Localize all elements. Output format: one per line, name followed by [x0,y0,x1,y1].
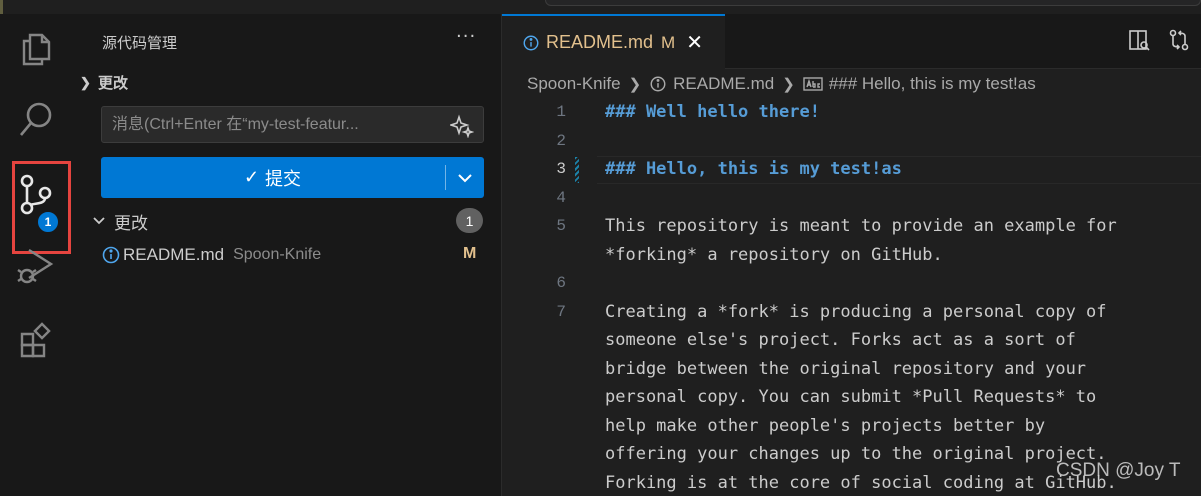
code-line-wrap: personal copy. You can submit *Pull Requ… [502,384,1201,413]
code-line: 5 This repository is meant to provide an… [502,213,1201,242]
modified-gutter-indicator[interactable] [575,157,579,183]
changes-label: 更改 [114,213,148,233]
editor-area: README.md M ✕ Spoon-Knife ❯ README.md ❯ … [502,14,1201,496]
open-preview-icon[interactable] [1127,28,1151,52]
explorer-activity[interactable] [0,18,72,78]
tab-status: M [661,32,676,52]
line-text: Creating a *fork* is producing a persona… [605,301,1107,322]
source-control-panel: 源代码管理 ··· ❯ 更改 ✓ 提交 更改 1 README.md [72,14,502,496]
chevron-down-icon [93,217,105,225]
search-icon [20,102,52,136]
changed-file-item[interactable]: README.md Spoon-Knife M [101,242,484,268]
line-number: 3 [556,160,566,178]
search-activity[interactable] [0,90,72,150]
breadcrumb-folder[interactable]: Spoon-Knife [527,74,621,94]
string-symbol-icon [803,77,823,91]
chevron-right-icon: ❯ [628,76,642,93]
commit-message-input[interactable] [102,107,442,142]
info-icon [650,76,666,92]
commit-label: 提交 [265,168,302,189]
scm-badge: 1 [36,210,60,234]
code-line-wrap: someone else's project. Forks act as a s… [502,327,1201,356]
code-line: 6 [502,270,1201,299]
activity-bar: 1 [0,14,72,496]
line-text: ### Hello, this is my test!as [605,159,902,179]
panel-title: 源代码管理 [102,35,178,52]
commit-button[interactable]: ✓ 提交 [101,157,444,198]
file-name: README.md [123,245,225,264]
commit-message-box [101,106,484,143]
line-number: 1 [556,103,566,121]
line-text: Forking is at the core of social coding … [605,472,1117,493]
tab-readme[interactable]: README.md M ✕ [502,14,725,69]
line-text: help make other people's projects better… [605,415,1046,436]
code-editor[interactable]: 1 ### Well hello there! 2 3 ### Hello, t… [502,99,1201,496]
line-number: 5 [556,217,566,235]
code-line: 4 [502,185,1201,214]
line-number: 7 [556,302,566,321]
line-text: offering your changes up to the original… [605,444,1107,464]
extensions-activity[interactable] [0,310,72,370]
line-text: personal copy. You can submit *Pull Requ… [605,387,1097,407]
tab-bar: README.md M ✕ [502,14,1201,69]
command-center[interactable] [545,0,1201,6]
chevron-down-icon [458,173,472,182]
repository-section-header[interactable]: ❯ 更改 [80,72,128,93]
line-number: 2 [556,131,566,150]
line-text: *forking* a repository on GitHub. [605,244,943,265]
file-directory: Spoon-Knife [233,246,322,263]
more-actions-button[interactable]: ··· [456,26,476,47]
line-number: 6 [556,274,566,292]
files-icon [22,33,51,66]
breadcrumb-file[interactable]: README.md [673,74,774,94]
info-icon [523,35,539,50]
code-line-wrap: bridge between the original repository a… [502,356,1201,385]
watermark: CSDN @Joy T [1056,460,1181,481]
file-status-badge: M [463,245,477,262]
code-line-wrap: *forking* a repository on GitHub. [502,242,1201,271]
line-text: ### Well hello there! [605,102,820,122]
section-title: 更改 [98,75,129,92]
close-icon[interactable]: ✕ [686,30,703,55]
run-debug-icon [17,248,54,284]
code-line: 7 Creating a *fork* is producing a perso… [502,299,1201,328]
chevron-down-icon: ❯ [80,74,91,90]
line-text: This repository is meant to provide an e… [605,216,1117,236]
title-bar [0,0,1201,14]
code-line-wrap: help make other people's projects better… [502,413,1201,442]
breadcrumb: Spoon-Knife ❯ README.md ❯ ### Hello, thi… [527,72,1036,96]
changes-count-badge: 1 [456,208,483,233]
extensions-icon [20,322,51,358]
line-text: bridge between the original repository a… [605,358,1087,379]
check-icon: ✓ [243,167,260,187]
breadcrumb-symbol[interactable]: ### Hello, this is my test!as [829,74,1036,94]
editor-actions [1127,28,1191,52]
changes-group-header[interactable]: 更改 1 [92,208,484,234]
line-number: 4 [556,188,566,207]
commit-dropdown-button[interactable] [446,157,484,198]
code-line: 1 ### Well hello there! [502,99,1201,128]
sparkle-icon[interactable] [450,114,474,138]
code-line-current: 3 ### Hello, this is my test!as [502,156,1201,185]
info-icon [102,246,120,264]
tab-title: README.md [546,32,654,52]
run-debug-activity[interactable] [0,236,72,296]
commit-button-group: ✓ 提交 [101,157,484,198]
open-changes-icon[interactable] [1167,28,1191,52]
chevron-right-icon: ❯ [782,76,795,93]
code-line: 2 [502,128,1201,157]
line-text: someone else's project. Forks act as a s… [605,330,1076,350]
